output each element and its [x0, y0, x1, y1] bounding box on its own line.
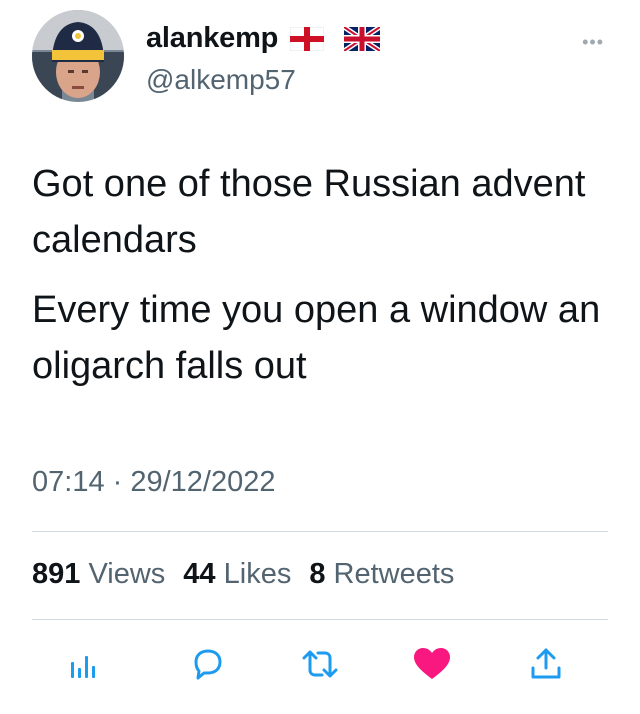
share-button[interactable] [522, 640, 570, 688]
reply-button[interactable] [184, 640, 232, 688]
tweet-header: alankemp @alkemp57 ••• [32, 10, 612, 106]
reply-icon [194, 649, 222, 680]
name-row: alankemp [146, 22, 381, 55]
like-button[interactable] [408, 640, 456, 688]
more-options-icon[interactable]: ••• [582, 32, 604, 53]
avatar-image [32, 10, 124, 102]
retweet-button[interactable] [296, 640, 344, 688]
views-stat[interactable]: 891 Views [32, 558, 165, 591]
divider [32, 531, 608, 532]
tweet-timestamp[interactable]: 07:14 · 29/12/2022 [32, 466, 275, 499]
likes-stat[interactable]: 44 Likes [183, 558, 291, 591]
share-icon [531, 648, 561, 679]
views-button[interactable] [60, 640, 108, 688]
action-bar [60, 640, 580, 690]
retweets-count: 8 [309, 558, 326, 590]
retweets-stat[interactable]: 8 Retweets [309, 558, 454, 591]
likes-count: 44 [183, 558, 216, 590]
views-count: 891 [32, 558, 81, 590]
retweet-icon [302, 650, 338, 678]
like-icon [414, 648, 450, 679]
likes-label: Likes [223, 558, 292, 590]
england-flag-icon [290, 26, 325, 51]
tweet-text: Got one of those Russian advent calendar… [32, 156, 622, 408]
uk-flag-icon [344, 26, 381, 51]
tweet-paragraph: Got one of those Russian advent calendar… [32, 163, 586, 261]
user-handle[interactable]: @alkemp57 [146, 64, 296, 96]
tweet-paragraph: Every time you open a window an oligarch… [32, 289, 601, 387]
views-label: Views [88, 558, 166, 590]
retweets-label: Retweets [333, 558, 455, 590]
views-icon [71, 656, 95, 678]
avatar[interactable] [32, 10, 124, 102]
divider [32, 619, 608, 620]
display-name[interactable]: alankemp [146, 22, 278, 55]
engagement-stats: 891 Views 44 Likes 8 Retweets [32, 558, 472, 591]
